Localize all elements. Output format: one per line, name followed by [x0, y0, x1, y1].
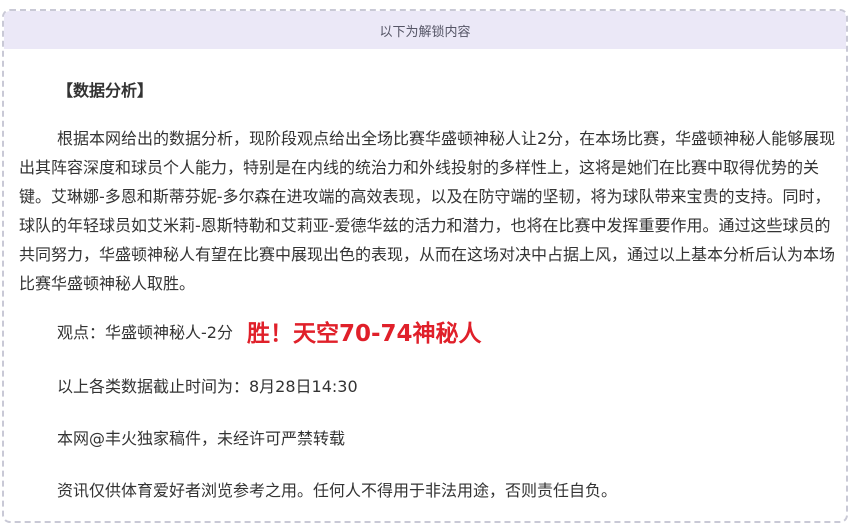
unlock-header-label: 以下为解锁内容	[379, 24, 471, 40]
disclaimer-notice: 资讯仅供体育爱好者浏览参考之用。任何人不得用于非法用途，否则责任自负。	[57, 481, 618, 500]
verdict-label: 观点：华盛顿神秘人-2分	[57, 323, 233, 342]
section-title: 【数据分析】	[57, 81, 154, 100]
cutoff-time: 以上各类数据截止时间为：8月28日14:30	[57, 377, 358, 396]
verdict-result: 胜！天空70-74神秘人	[246, 321, 482, 347]
analysis-paragraph: 根据本网给出的数据分析，现阶段观点给出全场比赛华盛顿神秘人让2分，在本场比赛，华…	[19, 129, 836, 293]
verdict-row: 观点：华盛顿神秘人-2分 胜！天空70-74神秘人	[57, 314, 482, 348]
unlock-header: 以下为解锁内容	[4, 11, 846, 49]
copyright-notice: 本网@丰火独家稿件，未经许可严禁转载	[57, 429, 346, 448]
